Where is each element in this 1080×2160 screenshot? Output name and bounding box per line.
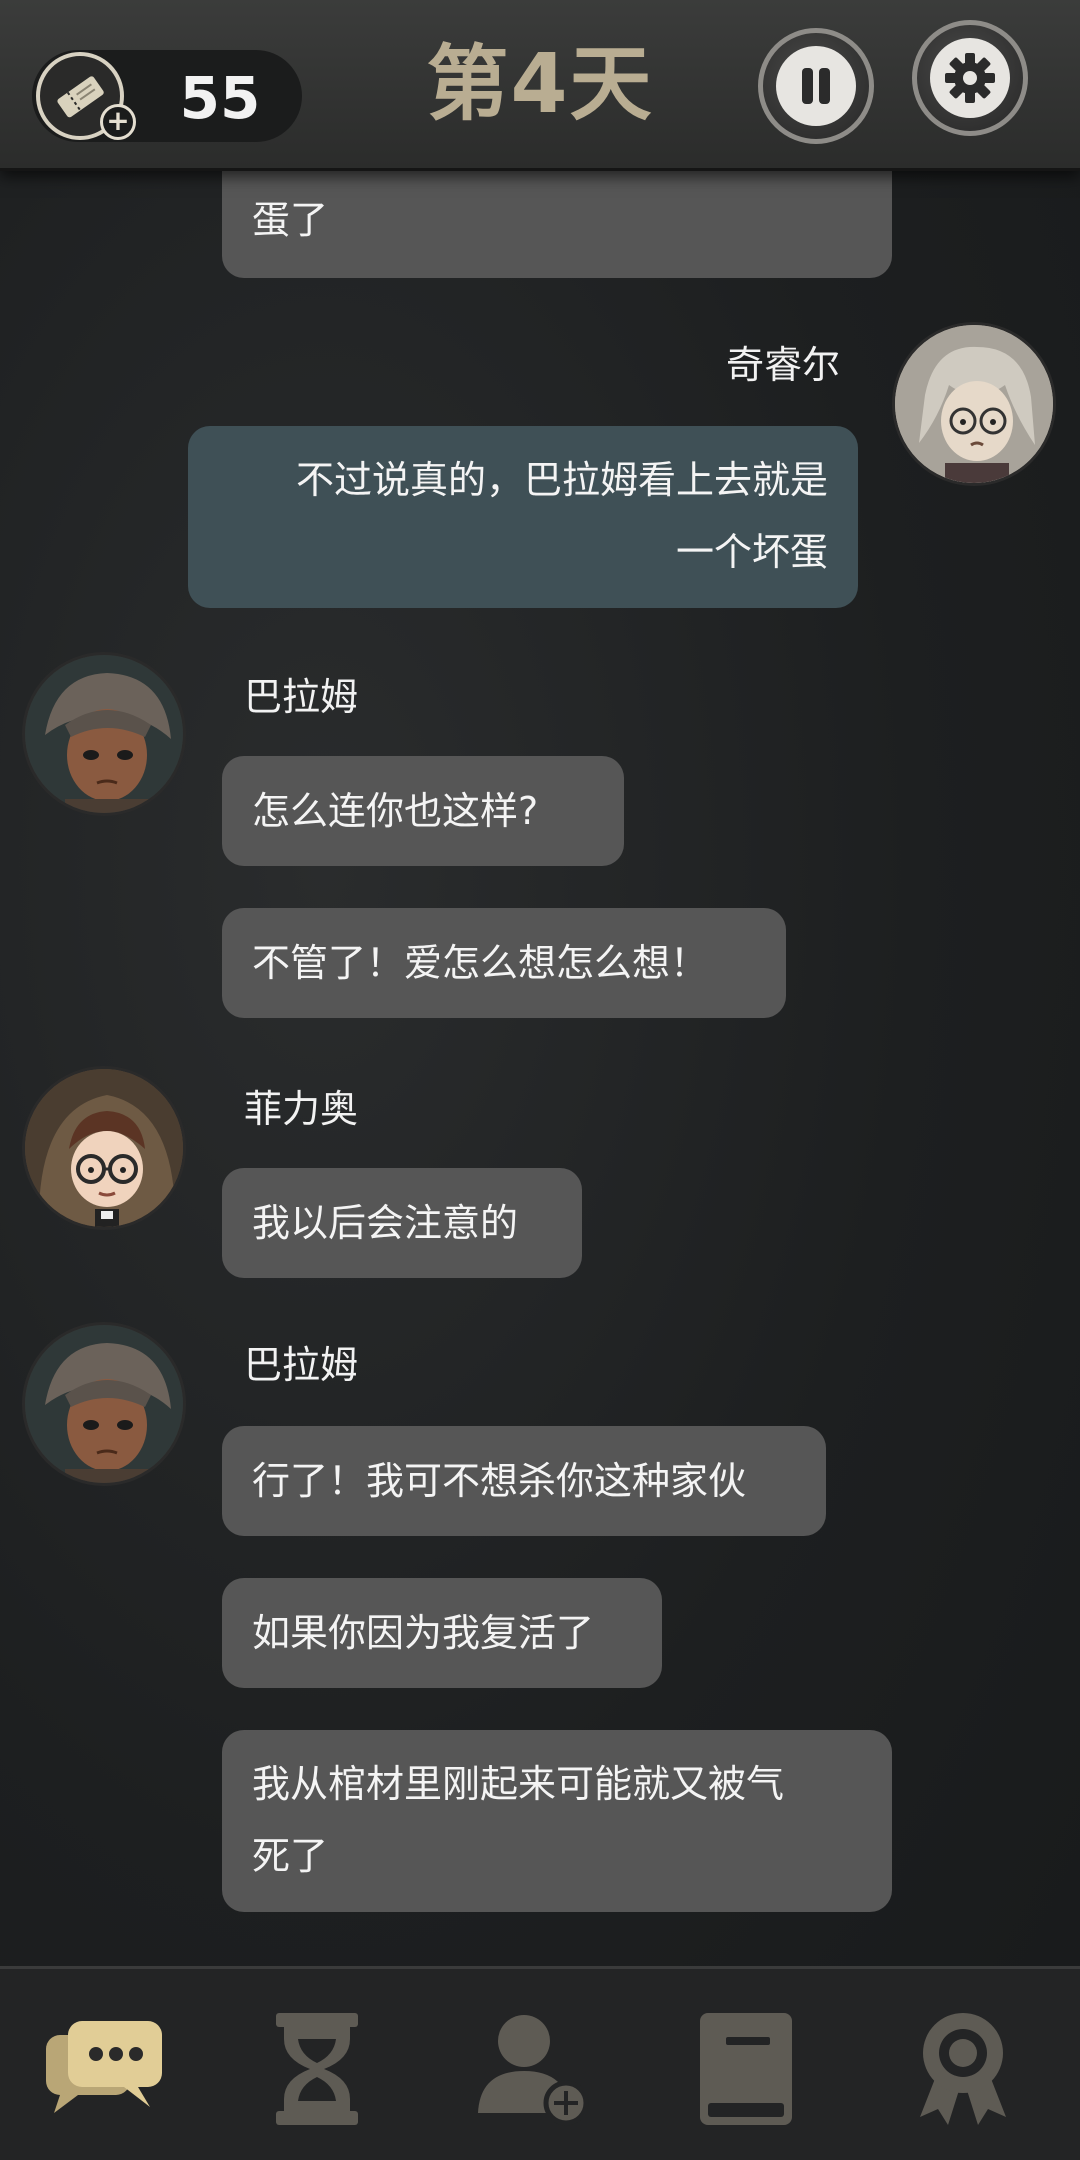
nav-book[interactable] bbox=[680, 2009, 810, 2129]
message-text-line: 我从棺材里刚起来可能就又被气 bbox=[252, 1762, 785, 1806]
message-text: 怎么连你也这样? bbox=[252, 789, 539, 833]
nav-hourglass[interactable] bbox=[252, 2009, 382, 2129]
achievement-icon bbox=[920, 2013, 1006, 2125]
game-screen: + 55 第4天 蛋了 奇睿尔 不过说真的，巴拉姆看上去就是 一个坏蛋 巴拉姆 … bbox=[0, 0, 1080, 2160]
avatar-qiruier[interactable] bbox=[892, 322, 1056, 486]
message-text: 不管了！爱怎么想怎么想！ bbox=[252, 941, 709, 985]
message-text: 我以后会注意的 bbox=[252, 1201, 519, 1245]
message-text-line: 死了 bbox=[252, 1834, 329, 1878]
message-bubble: 怎么连你也这样? bbox=[222, 756, 624, 866]
settings-button[interactable] bbox=[912, 20, 1028, 136]
day-title: 第4天 bbox=[426, 37, 654, 132]
top-bar: + 55 第4天 bbox=[0, 0, 1080, 171]
book-icon bbox=[700, 2013, 792, 2125]
message-text-line: 一个坏蛋 bbox=[675, 530, 828, 574]
message-text-line: 不过说真的，巴拉姆看上去就是 bbox=[295, 458, 828, 502]
message-bubble: 行了！我可不想杀你这种家伙 bbox=[222, 1426, 826, 1536]
chat-icon bbox=[46, 2021, 162, 2113]
bottom-navigation bbox=[0, 1966, 1080, 2160]
sender-name: 巴拉姆 bbox=[244, 1343, 359, 1387]
add-character-icon bbox=[478, 2015, 589, 2126]
nav-achievement[interactable] bbox=[898, 2009, 1028, 2129]
sender-name: 菲力奥 bbox=[244, 1087, 359, 1131]
add-ticket-icon[interactable]: + bbox=[100, 104, 136, 140]
hourglass-icon bbox=[276, 2013, 358, 2125]
ticket-count: 55 bbox=[179, 64, 261, 132]
message-text: 如果你因为我复活了 bbox=[252, 1611, 595, 1655]
avatar-feiliao[interactable] bbox=[22, 1066, 186, 1230]
message-bubble: 如果你因为我复活了 bbox=[222, 1578, 662, 1688]
nav-chat[interactable] bbox=[40, 2009, 170, 2129]
message-bubble: 我以后会注意的 bbox=[222, 1168, 582, 1278]
sender-name: 巴拉姆 bbox=[244, 675, 359, 719]
message-bubble: 我从棺材里刚起来可能就又被气 死了 bbox=[222, 1730, 892, 1912]
message-bubble: 不管了！爱怎么想怎么想！ bbox=[222, 908, 786, 1018]
message-bubble-mine: 不过说真的，巴拉姆看上去就是 一个坏蛋 bbox=[188, 426, 858, 608]
avatar-balamu[interactable] bbox=[22, 1322, 186, 1486]
pause-icon bbox=[776, 46, 856, 126]
nav-add-character[interactable] bbox=[470, 2009, 600, 2129]
avatar-balamu[interactable] bbox=[22, 652, 186, 816]
message-text: 蛋了 bbox=[252, 198, 329, 242]
gear-icon bbox=[930, 38, 1010, 118]
sender-name: 奇睿尔 bbox=[725, 343, 840, 387]
pause-button[interactable] bbox=[758, 28, 874, 144]
message-text: 行了！我可不想杀你这种家伙 bbox=[252, 1459, 747, 1503]
